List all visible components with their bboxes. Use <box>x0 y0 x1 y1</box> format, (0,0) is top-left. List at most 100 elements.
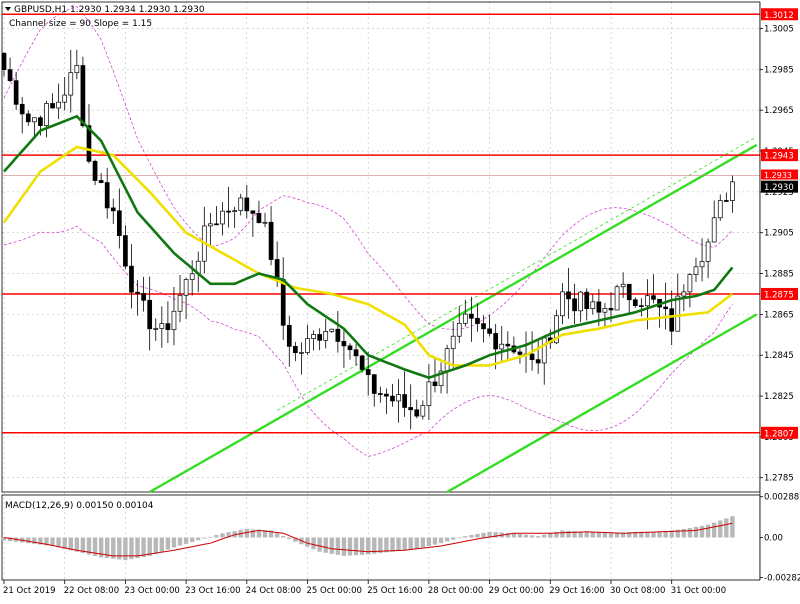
macd-histogram-bar <box>353 537 359 556</box>
candle-body <box>669 308 675 332</box>
candle-body <box>572 298 577 312</box>
macd-histogram-bar <box>335 537 341 555</box>
macd-histogram-bar <box>730 516 735 538</box>
price-axis: 1.30051.29851.29651.29451.29251.29051.28… <box>759 0 800 600</box>
macd-histogram-bar <box>384 537 389 553</box>
macd-histogram-bar <box>687 527 693 538</box>
price-tick-label: 1.2905 <box>764 229 794 239</box>
macd-histogram-bar <box>450 537 456 540</box>
candle-body <box>535 359 541 364</box>
candle-body <box>365 369 371 376</box>
time-tick-label: 25 Oct 00:00 <box>307 586 362 596</box>
candle-body <box>602 307 608 313</box>
candle-body <box>256 213 262 223</box>
candle-body <box>590 301 596 309</box>
macd-histogram-bar <box>444 537 450 542</box>
macd-histogram-bar <box>608 533 614 538</box>
macd-histogram-bar <box>523 534 529 538</box>
macd-histogram-bar <box>438 537 444 544</box>
macd-histogram-bar <box>657 531 662 538</box>
candle-body <box>475 317 480 324</box>
macd-histogram-bar <box>347 537 353 556</box>
macd-histogram-bar <box>724 518 729 538</box>
price-tick-label: 1.2965 <box>764 106 794 116</box>
time-tick-label: 25 Oct 16:00 <box>367 586 422 596</box>
macd-histogram-bar <box>26 537 31 544</box>
macd-histogram-bar <box>463 536 468 538</box>
candle-body <box>432 381 438 387</box>
candle-body <box>681 291 687 297</box>
candle-body <box>214 223 219 226</box>
candle-body <box>462 313 468 324</box>
candle-body <box>56 101 61 109</box>
macd-histogram-bar <box>469 535 474 538</box>
macd-histogram-bar <box>475 533 480 538</box>
candle-body <box>68 72 74 96</box>
macd-histogram-bar <box>123 537 128 561</box>
candle-body <box>444 348 450 372</box>
candle-body <box>329 328 335 332</box>
level-label: 1.3012 <box>764 11 794 21</box>
macd-tick-label: 0.00 <box>764 534 783 544</box>
macd-histogram-bar <box>529 535 535 538</box>
candle-body <box>220 210 225 225</box>
candle-body <box>311 334 316 340</box>
candle-body <box>359 355 365 370</box>
candle-body <box>262 221 268 224</box>
candle-body <box>116 210 122 236</box>
candle-body <box>608 307 614 311</box>
macd-histogram-bar <box>396 537 401 551</box>
macd-histogram-bar <box>590 532 595 538</box>
candle-body <box>238 197 244 211</box>
candle-body <box>153 328 159 330</box>
level-label: 1.2875 <box>764 290 794 300</box>
candle-body <box>226 210 231 213</box>
candle-body <box>711 217 717 243</box>
candle-body <box>414 409 420 417</box>
macd-histogram-bar <box>359 537 365 555</box>
macd-tick-label: -0.00282 <box>764 573 800 583</box>
macd-histogram-bar <box>250 529 256 538</box>
candle-body <box>456 322 462 337</box>
current-price-label: 1.2930 <box>764 183 794 193</box>
price-tick-label: 1.2845 <box>764 351 794 361</box>
macd-histogram-bar <box>457 537 462 539</box>
macd-histogram-bar <box>317 537 322 552</box>
macd-histogram-bar <box>584 531 589 538</box>
candle-body <box>189 273 195 280</box>
macd-histogram-bar <box>420 537 426 548</box>
candle-body <box>396 394 401 402</box>
price-tick-label: 1.2785 <box>764 474 794 484</box>
macd-title: MACD(12,26,9) 0.00150 0.00104 <box>5 501 154 511</box>
candle-body <box>19 103 25 115</box>
time-tick-label: 28 Oct 00:00 <box>428 586 483 596</box>
macd-histogram-bar <box>408 537 413 550</box>
macd-histogram-bar <box>287 537 292 539</box>
price-tick-label: 1.2865 <box>764 310 794 320</box>
candle-body <box>505 343 511 347</box>
time-tick-label: 29 Oct 00:00 <box>489 586 544 596</box>
candle-body <box>183 279 189 296</box>
candle-body <box>165 323 171 330</box>
candle-body <box>335 328 341 342</box>
candle-body <box>632 299 638 306</box>
macd-histogram-bar <box>596 532 602 538</box>
macd-histogram-bar <box>681 529 687 538</box>
macd-histogram-bar <box>602 532 608 538</box>
macd-histogram-bar <box>274 533 280 538</box>
time-tick-label: 22 Oct 08:00 <box>64 586 119 596</box>
candle-body <box>487 328 492 334</box>
candle-body <box>699 261 705 268</box>
time-tick-label: 24 Oct 08:00 <box>246 586 301 596</box>
macd-histogram-bar <box>165 537 171 550</box>
macd-histogram-bar <box>566 530 571 538</box>
candle-body <box>426 381 432 406</box>
candle-body <box>584 291 590 309</box>
time-tick-label: 21 Oct 2019 <box>3 586 56 596</box>
candle-body <box>450 335 456 350</box>
candle-body <box>299 352 304 354</box>
price-tick-label: 1.2985 <box>764 65 794 75</box>
candle-body <box>13 80 19 105</box>
candle-body <box>566 291 571 300</box>
candle-body <box>481 323 486 330</box>
